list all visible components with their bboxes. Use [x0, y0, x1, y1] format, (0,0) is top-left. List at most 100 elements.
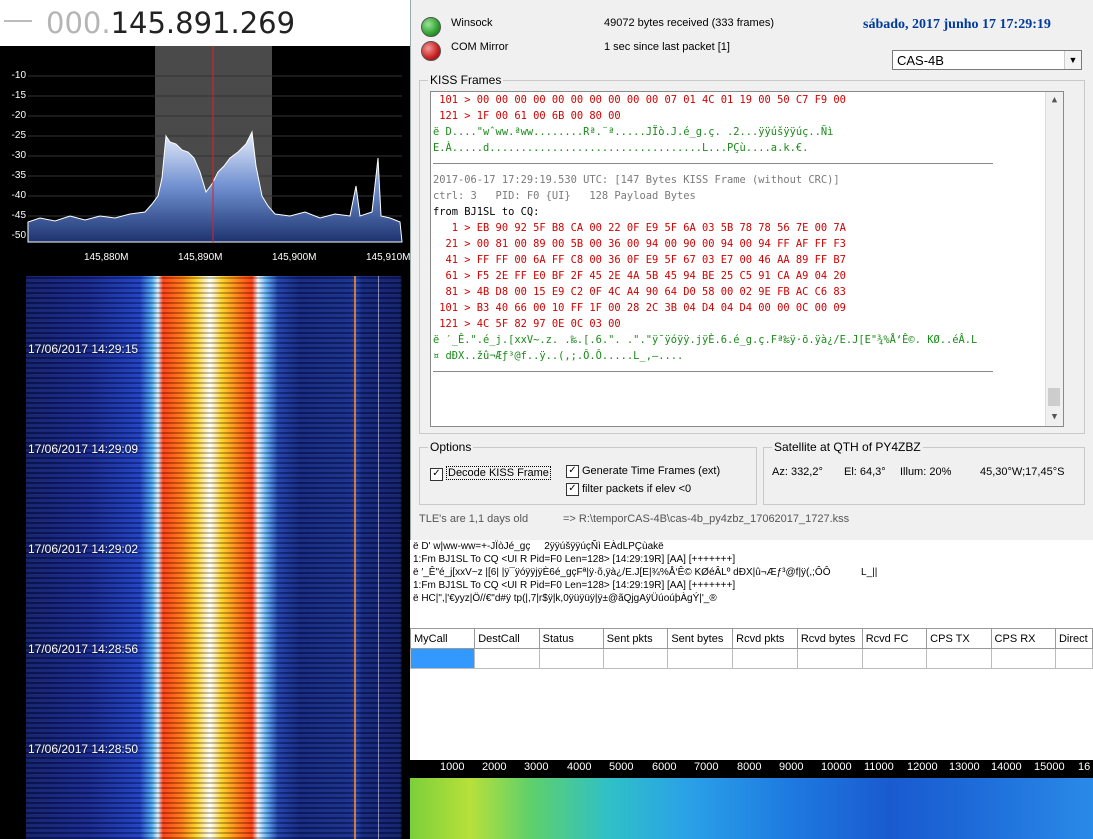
column-header[interactable]: MyCall: [410, 628, 476, 649]
table-cell[interactable]: [1054, 648, 1093, 669]
kiss-line: 121 > 4C 5F 82 97 0E 0C 03 00: [433, 318, 621, 330]
kiss-decoder-window: Winsock 49072 bytes received (333 frames…: [410, 0, 1093, 541]
scroll-up-icon[interactable]: ▲: [1046, 92, 1063, 109]
kiss-line: 21 > 00 81 00 89 00 5B 00 36 00 94 00 90…: [433, 238, 846, 250]
column-header[interactable]: Rcvd bytes: [796, 628, 863, 649]
kiss-frames-group: KISS Frames 101 > 00 00 00 00 00 00 00 0…: [419, 73, 1085, 434]
ruler-label: 8000: [737, 761, 762, 773]
table-cell[interactable]: [990, 648, 1056, 669]
y-label: -35: [11, 170, 26, 181]
log-line: ë HC|",|'€yyz|Ö//€"d#ÿ tp(|,7|r$ÿ|k,0ÿüÿ…: [413, 593, 717, 604]
kiss-line: 61 > F5 2E FF E0 BF 2F 45 2E 4A 5B 45 94…: [433, 270, 846, 282]
kiss-line: E.À.....d...............................…: [433, 142, 809, 154]
connections-grid[interactable]: MyCall DestCall Status Sent pkts Sent by…: [410, 628, 1093, 760]
ruler-label: 5000: [609, 761, 634, 773]
waterfall-timestamp: 17/06/2017 14:28:50: [28, 742, 139, 756]
kiss-line: ë D...."wˆww.ªww........Rª.¨ª.....JÏò.J.…: [433, 126, 834, 138]
filter-packets-checkbox[interactable]: ✓: [566, 483, 579, 496]
table-cell[interactable]: [732, 648, 798, 669]
x-label: 145,910M: [366, 252, 410, 263]
column-header[interactable]: Status: [538, 628, 604, 649]
decode-kiss-checkbox[interactable]: ✓: [430, 468, 443, 481]
table-cell[interactable]: [796, 648, 863, 669]
scroll-thumb[interactable]: [1048, 388, 1060, 406]
x-label: 145,880M: [84, 252, 129, 263]
waterfall-timestamp: 17/06/2017 14:29:02: [28, 542, 139, 556]
elevation-value: El: 64,3°: [844, 466, 886, 478]
log-line: 1:Fm BJ1SL To CQ <UI R Pid=F0 Len=128> […: [413, 554, 736, 565]
table-cell[interactable]: [667, 648, 734, 669]
options-group: Options ✓ Decode KISS Frame ✓ Generate T…: [419, 440, 757, 505]
log-line: ë ′_Ê"é_j[xxV~z |[6| |ÿ¯ÿóÿÿjÿÈ6é_gçFª|ÿ…: [413, 567, 878, 578]
sdr-window: 000.145.891.269 -10 -15 -20 -25 -30 -35 …: [0, 0, 410, 839]
satellite-select[interactable]: CAS-4B ▼: [892, 50, 1082, 70]
table-cell[interactable]: [926, 648, 992, 669]
satellite-select-value: CAS-4B: [897, 53, 944, 68]
winsock-status-led: [421, 17, 441, 37]
table-cell[interactable]: [602, 648, 669, 669]
spectrum-plot[interactable]: -10 -15 -20 -25 -30 -35 -40 -45 -50 145,…: [0, 46, 410, 272]
kiss-line: 121 > 1F 00 61 00 6B 00 80 00: [433, 110, 621, 122]
ruler-label: 15000: [1034, 761, 1065, 773]
ruler-label: 12000: [907, 761, 938, 773]
tuning-dash: [4, 20, 32, 22]
kiss-line: 1 > EB 90 92 5F B8 CA 00 22 0F E9 5F 6A …: [433, 222, 846, 234]
log-line: ë D' w|ww-ww=+-JÏòJé_gç 2ÿÿúšÿÿúçÑì EÀdL…: [413, 541, 664, 552]
ruler-label: 11000: [864, 761, 894, 773]
column-header[interactable]: Direct: [1054, 628, 1093, 649]
satellite-qth-group: Satellite at QTH of PY4ZBZ Az: 332,2° El…: [763, 440, 1085, 505]
frame-header-line: from BJ1SL to CQ:: [433, 206, 540, 218]
kiss-frames-text[interactable]: 101 > 00 00 00 00 00 00 00 00 00 00 07 0…: [430, 91, 1064, 427]
table-header-row: MyCall DestCall Status Sent pkts Sent by…: [410, 628, 1093, 649]
tle-age-text: TLE's are 1,1 days old: [419, 513, 529, 525]
ruler-label: 4000: [567, 761, 592, 773]
y-label: -30: [11, 150, 26, 161]
options-title: Options: [428, 440, 474, 454]
column-header[interactable]: Sent pkts: [602, 628, 669, 649]
waterfall-display[interactable]: 17/06/2017 14:29:15 17/06/2017 14:29:09 …: [0, 276, 410, 839]
table-cell[interactable]: [861, 648, 928, 669]
column-header[interactable]: Rcvd pkts: [732, 628, 798, 649]
column-header[interactable]: DestCall: [474, 628, 540, 649]
signal-trail: [354, 276, 356, 839]
com-mirror-status-led: [421, 41, 441, 61]
filter-packets-label[interactable]: filter packets if elev <0: [582, 483, 691, 495]
signal-trail: [378, 276, 379, 839]
kiss-line: ¤ dÐX..žû¬Æƒ³@f..ÿ..(,;.Ô.Ô.....L_‚—....: [433, 350, 684, 362]
kiss-line: 101 > B3 40 66 00 10 FF 1F 00 28 2C 3B 0…: [433, 302, 846, 314]
column-header[interactable]: CPS TX: [926, 628, 992, 649]
scroll-down-icon[interactable]: ▼: [1046, 409, 1063, 426]
x-label: 145,900M: [272, 252, 317, 263]
com-mirror-status-text: 1 sec since last packet [1]: [604, 41, 730, 53]
date-time-display: sábado, 2017 junho 17 17:29:19: [863, 17, 1051, 32]
qth-position-value: 45,30°W;17,45°S: [980, 466, 1065, 478]
decode-kiss-label[interactable]: Decode KISS Frame: [446, 466, 551, 480]
table-row[interactable]: [410, 648, 1093, 669]
frame-separator: [433, 371, 993, 372]
dropdown-arrow-icon[interactable]: ▼: [1064, 51, 1081, 69]
frequency-display[interactable]: 000.145.891.269: [0, 0, 410, 46]
frame-separator: [433, 163, 993, 164]
column-header[interactable]: CPS RX: [990, 628, 1056, 649]
ruler-label: 14000: [991, 761, 1022, 773]
column-header[interactable]: Rcvd FC: [861, 628, 928, 649]
ruler-label: 1000: [440, 761, 465, 773]
table-cell[interactable]: [538, 648, 604, 669]
frequency-prefix: 000.: [46, 6, 111, 40]
audio-spectrum[interactable]: 1000 2000 3000 4000 5000 6000 7000 8000 …: [410, 760, 1093, 839]
packet-log[interactable]: ë D' w|ww-ww=+-JÏòJé_gç 2ÿÿúšÿÿúçÑì EÀdL…: [410, 540, 1093, 628]
y-label: -20: [11, 110, 26, 121]
kiss-frames-title: KISS Frames: [428, 73, 504, 87]
kiss-frames-scrollbar[interactable]: ▲ ▼: [1045, 92, 1063, 426]
ruler-label: 6000: [652, 761, 677, 773]
ruler-label: 2000: [482, 761, 507, 773]
generate-time-frames-checkbox[interactable]: ✓: [566, 465, 579, 478]
table-cell[interactable]: [474, 648, 540, 669]
column-header[interactable]: Sent bytes: [667, 628, 734, 649]
y-label: -50: [11, 230, 26, 241]
table-cell-selected[interactable]: [410, 648, 476, 669]
x-label: 145,890M: [178, 252, 223, 263]
winsock-label: Winsock: [451, 17, 493, 29]
generate-time-frames-label[interactable]: Generate Time Frames (ext): [582, 465, 720, 477]
kiss-line: ë ′_Ê.".é_j.[xxV~.z. .‰.[.6.". ."."ÿ¯ÿóÿ…: [433, 334, 978, 346]
